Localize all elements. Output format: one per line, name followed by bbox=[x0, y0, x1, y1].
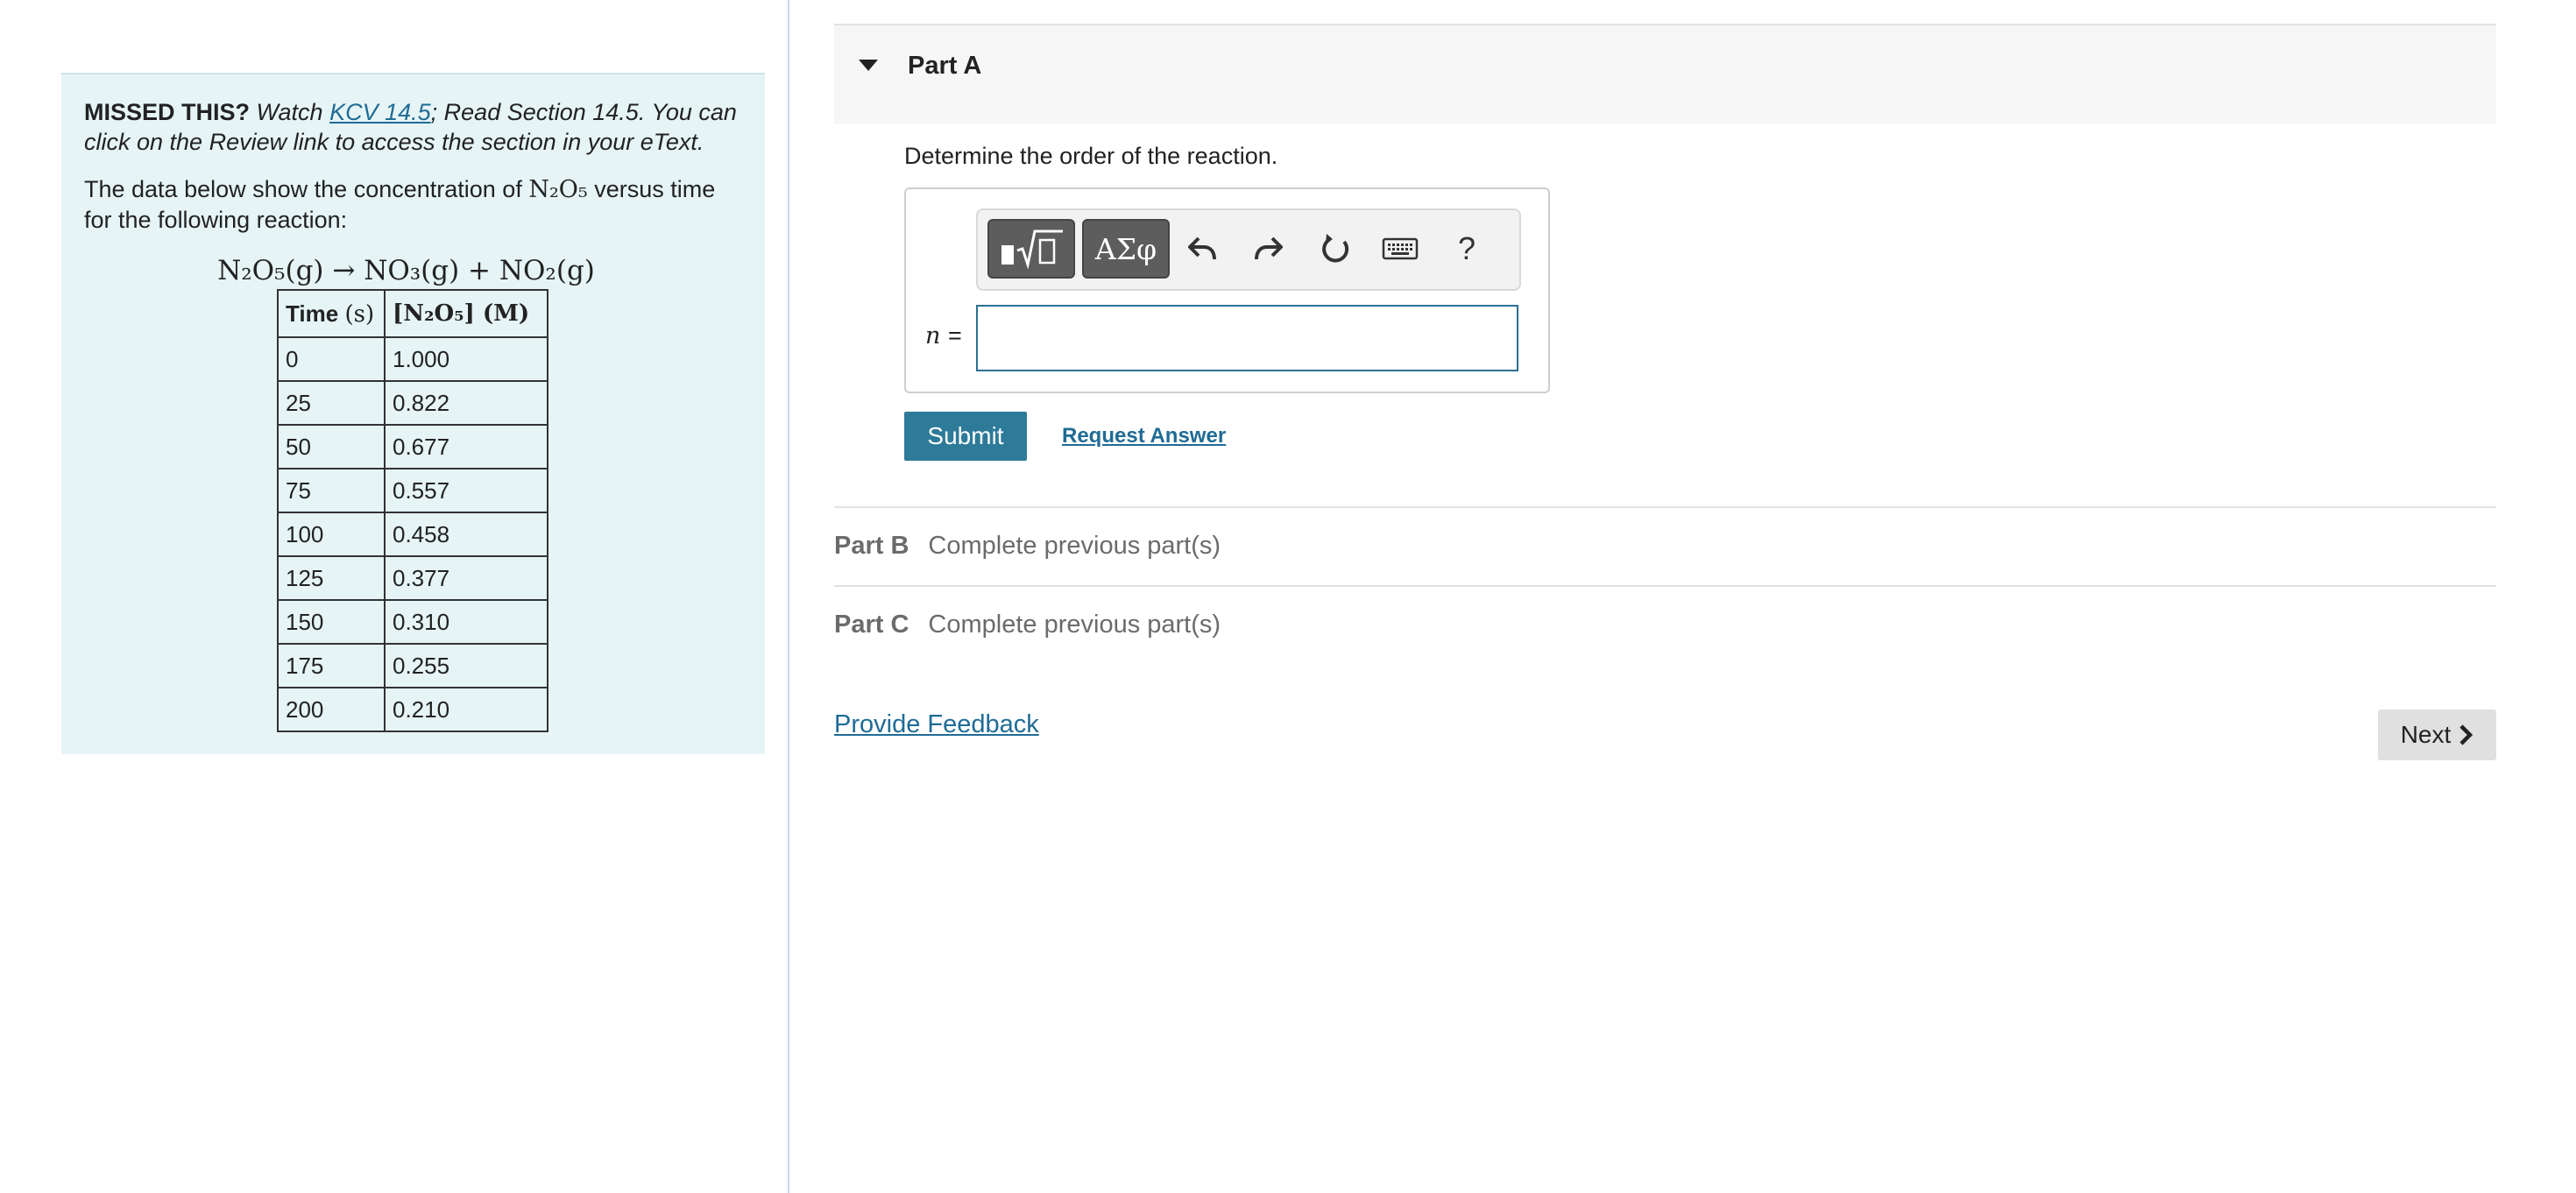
table-row: 125 0.377 bbox=[277, 555, 548, 601]
chevron-right-icon bbox=[2459, 724, 2473, 745]
right-pane: Part A Determine the order of the reacti… bbox=[834, 0, 2499, 1193]
caret-down-icon[interactable] bbox=[859, 60, 878, 71]
time-header: Time (s) bbox=[277, 289, 386, 338]
kcv-link[interactable]: KCV 14.5 bbox=[329, 99, 431, 125]
table-row: 75 0.557 bbox=[277, 468, 548, 513]
table-header-row: Time (s) [N₂O₅] (M) bbox=[277, 289, 548, 338]
keyboard-icon[interactable] bbox=[1376, 224, 1425, 273]
watch-text: Watch bbox=[256, 99, 323, 125]
provide-feedback-link[interactable]: Provide Feedback bbox=[834, 710, 1039, 739]
templates-button[interactable] bbox=[987, 219, 1075, 279]
submit-button[interactable]: Submit bbox=[904, 412, 1027, 461]
reset-icon[interactable] bbox=[1311, 224, 1360, 273]
problem-intro-box: MISSED THIS? Watch KCV 14.5; Read Sectio… bbox=[61, 73, 765, 754]
table-row: 175 0.255 bbox=[277, 643, 548, 688]
table-row: 200 0.210 bbox=[277, 687, 548, 732]
part-a-header[interactable]: Part A bbox=[834, 25, 2496, 124]
request-answer-link[interactable]: Request Answer bbox=[1062, 424, 1226, 448]
answer-box: ΑΣφ ? n = bbox=[904, 187, 1550, 393]
part-c-title: Part C bbox=[834, 611, 909, 639]
next-button[interactable]: Next bbox=[2378, 709, 2496, 760]
concentration-table: Time (s) [N₂O₅] (M) 0 1.000 25 0.822 50 0.6… bbox=[277, 289, 548, 732]
part-b-title: Part B bbox=[834, 532, 909, 560]
part-b-row: Part B Complete previous part(s) bbox=[834, 532, 1221, 561]
table-row: 0 1.000 bbox=[277, 336, 548, 382]
missed-this-note: MISSED THIS? Watch KCV 14.5; Read Sectio… bbox=[84, 97, 742, 157]
symbols-button[interactable]: ΑΣφ bbox=[1082, 219, 1170, 279]
table-row: 150 0.310 bbox=[277, 599, 548, 645]
table-row: 50 0.677 bbox=[277, 424, 548, 469]
part-b-status: Complete previous part(s) bbox=[928, 532, 1221, 560]
divider bbox=[834, 585, 2496, 587]
part-c-row: Part C Complete previous part(s) bbox=[834, 611, 1221, 639]
left-pane: MISSED THIS? Watch KCV 14.5; Read Sectio… bbox=[0, 0, 789, 1193]
next-label: Next bbox=[2400, 721, 2452, 748]
part-a-title: Part A bbox=[908, 52, 982, 80]
data-sentence-start: The data below show the concentration of bbox=[84, 176, 522, 202]
help-icon[interactable]: ? bbox=[1442, 224, 1491, 273]
part-c-status: Complete previous part(s) bbox=[928, 611, 1221, 639]
species-formula: N₂O₅ bbox=[528, 176, 588, 203]
divider bbox=[834, 506, 2496, 508]
templates-icon bbox=[1001, 229, 1063, 270]
data-description: The data below show the concentration of… bbox=[84, 174, 742, 235]
undo-icon[interactable] bbox=[1178, 224, 1227, 273]
answer-input[interactable] bbox=[976, 305, 1518, 371]
concentration-header: [N₂O₅] (M) bbox=[384, 289, 548, 338]
table-row: 25 0.822 bbox=[277, 380, 548, 426]
math-toolbar: ΑΣφ ? bbox=[976, 208, 1521, 291]
answer-variable-label: n = bbox=[925, 322, 962, 349]
reaction-equation: N₂O₅(g) → NO₃(g) + NO₂(g) bbox=[217, 255, 595, 286]
pane-divider[interactable] bbox=[788, 0, 789, 1193]
part-a-question: Determine the order of the reaction. bbox=[904, 143, 1278, 169]
redo-icon[interactable] bbox=[1244, 224, 1293, 273]
table-row: 100 0.458 bbox=[277, 512, 548, 557]
missed-this-label: MISSED THIS? bbox=[84, 99, 251, 125]
